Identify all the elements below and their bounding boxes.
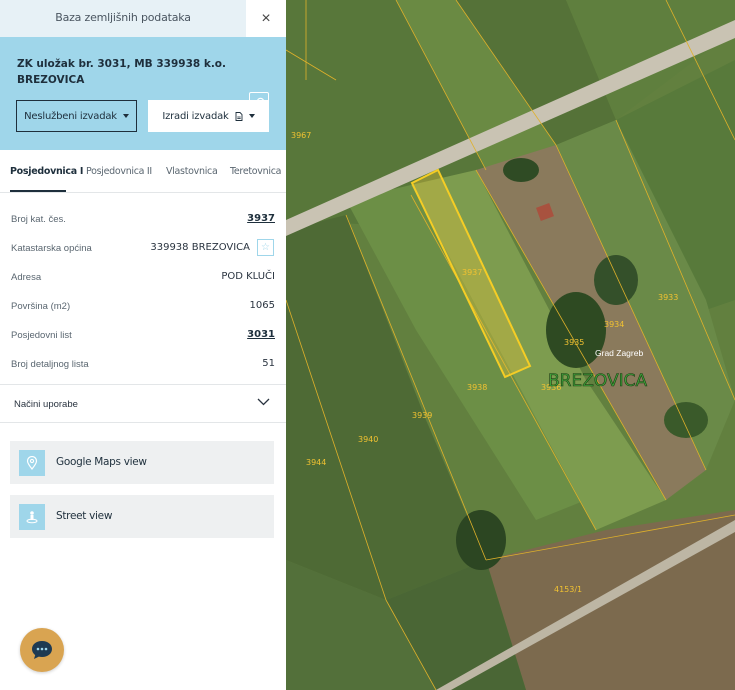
- usage-accordion[interactable]: Načini uporabe: [0, 385, 286, 423]
- place-name-label: BREZOVICA: [548, 371, 647, 391]
- side-panel: Baza zemljišnih podataka × ZK uložak br.…: [0, 0, 286, 690]
- detail-row: Broj kat. čes. 3937: [0, 206, 286, 235]
- detail-label: Površina (m2): [11, 301, 71, 312]
- accordion-label: Načini uporabe: [14, 399, 78, 410]
- close-button[interactable]: ×: [246, 0, 286, 37]
- street-view-button[interactable]: Street view: [10, 495, 274, 538]
- divider: [0, 422, 286, 423]
- parcel-label: 3938: [467, 383, 487, 392]
- city-label: Grad Zagreb: [595, 348, 643, 358]
- details-list: Broj kat. čes. 3937 Katastarska općina 3…: [0, 206, 286, 380]
- parcel-label: 3940: [358, 435, 378, 444]
- aerial-map: 3967 3937 3933 3934 3935 3936 3938 3939 …: [286, 0, 735, 690]
- detail-row: Adresa POD KLUČI: [0, 264, 286, 293]
- tab-posjedovnica-2[interactable]: Posjedovnica II: [86, 166, 152, 177]
- unofficial-extract-button[interactable]: Neslužbeni izvadak: [16, 100, 137, 132]
- caret-down-icon: [122, 114, 129, 118]
- detail-label: Broj kat. čes.: [11, 214, 66, 225]
- unofficial-extract-label: Neslužbeni izvadak: [24, 110, 117, 122]
- detail-label: Adresa: [11, 272, 42, 283]
- make-extract-label: Izradi izvadak: [162, 110, 229, 122]
- parcel-label: 3937: [462, 268, 482, 277]
- tab-vlastovnica[interactable]: Vlastovnica: [166, 166, 218, 177]
- possession-sheet-link[interactable]: 3031: [247, 329, 275, 340]
- document-icon: [235, 111, 243, 121]
- detail-label: Broj detaljnog lista: [11, 359, 89, 370]
- parcel-label: 3935: [564, 338, 584, 347]
- google-maps-label: Google Maps view: [56, 456, 147, 468]
- chat-button[interactable]: [20, 628, 64, 672]
- star-icon: ☆: [261, 242, 270, 253]
- map-view[interactable]: 3967 3937 3933 3934 3935 3936 3938 3939 …: [286, 0, 735, 690]
- chat-icon: [32, 641, 52, 659]
- parcel-title: ZK uložak br. 3031, MB 339938 k.o. BREZO…: [17, 58, 227, 86]
- parcel-label: 3944: [306, 458, 326, 467]
- parcel-header: ZK uložak br. 3031, MB 339938 k.o. BREZO…: [0, 37, 286, 150]
- caret-down-icon: [248, 114, 255, 118]
- parcel-label: 3934: [604, 320, 624, 329]
- tab-teretovnica[interactable]: Teretovnica: [230, 166, 281, 177]
- detail-value: 51: [262, 358, 275, 369]
- detail-label: Posjedovni list: [11, 330, 72, 341]
- detail-row: Posjedovni list 3031: [0, 322, 286, 351]
- parcel-label: 4153/1: [554, 585, 582, 594]
- street-view-icon: [19, 504, 45, 530]
- parcel-label: 3967: [291, 131, 311, 140]
- active-tab-indicator: [10, 190, 66, 192]
- tab-bar: Posjedovnica I Posjedovnica II Vlastovni…: [0, 150, 286, 193]
- detail-value: 1065: [249, 300, 275, 311]
- cadastral-parcel-link[interactable]: 3937: [247, 213, 275, 224]
- detail-row: Površina (m2) 1065: [0, 293, 286, 322]
- parcel-label: 3933: [658, 293, 678, 302]
- chevron-down-icon: [257, 398, 270, 406]
- map-pin-icon: [19, 450, 45, 476]
- favorite-button[interactable]: ☆: [257, 239, 274, 256]
- detail-value: 339938 BREZOVICA: [150, 242, 250, 253]
- detail-label: Katastarska općina: [11, 243, 92, 254]
- street-view-label: Street view: [56, 510, 113, 522]
- detail-row: Broj detaljnog lista 51: [0, 351, 286, 380]
- tab-posjedovnica-1[interactable]: Posjedovnica I: [10, 166, 83, 177]
- topbar: Baza zemljišnih podataka ×: [0, 0, 286, 37]
- detail-row: Katastarska općina 339938 BREZOVICA ☆: [0, 235, 286, 264]
- detail-value: POD KLUČI: [221, 271, 275, 282]
- panel-title: Baza zemljišnih podataka: [55, 11, 191, 24]
- parcel-label: 3939: [412, 411, 432, 420]
- make-extract-button[interactable]: Izradi izvadak: [148, 100, 269, 132]
- google-maps-view-button[interactable]: Google Maps view: [10, 441, 274, 484]
